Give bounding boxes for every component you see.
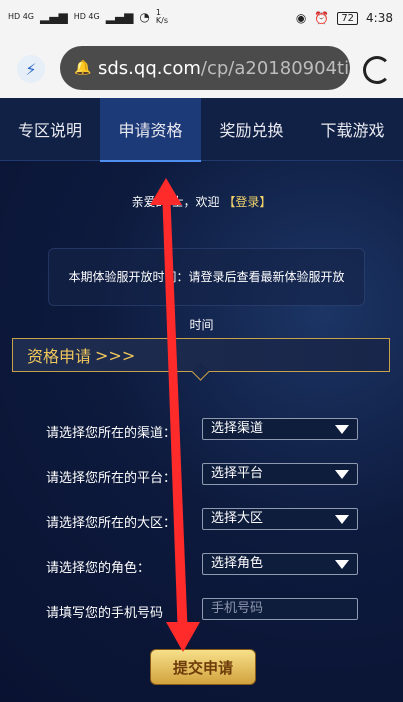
network-label-1: HD 4G xyxy=(8,12,35,21)
role-label: 请选择您的角色： xyxy=(46,561,151,576)
tab-reward-exchange[interactable]: 奖励兑换 xyxy=(201,98,302,160)
notice-box: 本期体验服开放时间：请登录后查看最新体验服开放 xyxy=(48,248,365,306)
greeting: 亲爱的 士，欢迎 【登录】 xyxy=(131,195,272,209)
section-title: 资格申请 xyxy=(27,347,92,366)
form-row-role: 请选择您的角色： 选择角色 xyxy=(46,553,376,577)
signal-icon: ▂▄▆ xyxy=(40,10,68,24)
submit-application-button[interactable]: 提交申请 xyxy=(150,649,256,685)
tab-bar: 专区说明 申请资格 奖励兑换 下载游戏 xyxy=(0,98,403,162)
alarm-icon: ⏰ xyxy=(314,11,330,25)
notice-continuation: 时间 xyxy=(189,318,214,332)
eye-icon: ◉ xyxy=(295,11,307,25)
channel-select[interactable]: 选择渠道 xyxy=(202,418,358,440)
battery-indicator: 72 xyxy=(337,11,359,25)
status-bar: HD 4G ▂▄▆ HD 4G ▂▄▆ ◔ 1 K/s ◉ ⏰ 72 4:38 xyxy=(0,0,403,38)
signal-icon: ▂▄▆ xyxy=(105,10,134,24)
login-link[interactable]: 【登录】 xyxy=(223,195,271,209)
platform-select[interactable]: 选择平台 xyxy=(202,463,358,485)
region-label: 请选择您所在的大区： xyxy=(46,516,177,531)
region-select[interactable]: 选择大区 xyxy=(202,508,358,530)
phone-input[interactable]: 手机号码 xyxy=(202,598,358,620)
status-left: HD 4G ▂▄▆ HD 4G ▂▄▆ ◔ 1 K/s xyxy=(8,9,168,25)
tab-apply-qualification[interactable]: 申请资格 xyxy=(100,98,201,162)
refresh-icon[interactable] xyxy=(363,56,391,84)
address-bar[interactable]: 🔔 sds.qq.com/cp/a20180904tiy xyxy=(60,46,350,90)
form-row-region: 请选择您所在的大区： 选择大区 xyxy=(46,508,376,532)
page-content: 专区说明 申请资格 奖励兑换 下载游戏 亲爱的 士，欢迎 【登录】 本期体验服开… xyxy=(0,98,403,702)
tab-zone-intro[interactable]: 专区说明 xyxy=(0,98,100,160)
bolt-icon[interactable]: ⚡ xyxy=(17,55,45,83)
wifi-icon: ◔ xyxy=(139,10,150,24)
network-speed: 1 K/s xyxy=(155,8,168,25)
network-label-2: HD 4G xyxy=(73,12,100,21)
dropdown-arrow-icon xyxy=(335,470,349,479)
dropdown-arrow-icon xyxy=(335,560,349,569)
dropdown-arrow-icon xyxy=(335,515,349,524)
section-chevrons: >>> xyxy=(95,345,136,365)
phone-label: 请填写您的手机号码 xyxy=(46,606,164,621)
notification-bell-icon: 🔔 xyxy=(74,60,92,76)
dropdown-arrow-icon xyxy=(335,425,349,434)
tab-download-game[interactable]: 下载游戏 xyxy=(302,98,403,160)
clock: 4:38 xyxy=(366,11,393,25)
channel-label: 请选择您所在的渠道： xyxy=(46,426,177,441)
form-row-channel: 请选择您所在的渠道： 选择渠道 xyxy=(46,418,376,442)
url-text: sds.qq.com/cp/a20180904tiy xyxy=(98,57,350,79)
status-right: ◉ ⏰ 72 4:38 xyxy=(296,11,393,25)
form-row-phone: 请填写您的手机号码 手机号码 xyxy=(46,598,376,622)
role-select[interactable]: 选择角色 xyxy=(202,553,358,575)
platform-label: 请选择您所在的平台： xyxy=(46,471,177,486)
form-row-platform: 请选择您所在的平台： 选择平台 xyxy=(46,463,376,487)
browser-toolbar: ⚡ 🔔 sds.qq.com/cp/a20180904tiy xyxy=(0,38,403,98)
